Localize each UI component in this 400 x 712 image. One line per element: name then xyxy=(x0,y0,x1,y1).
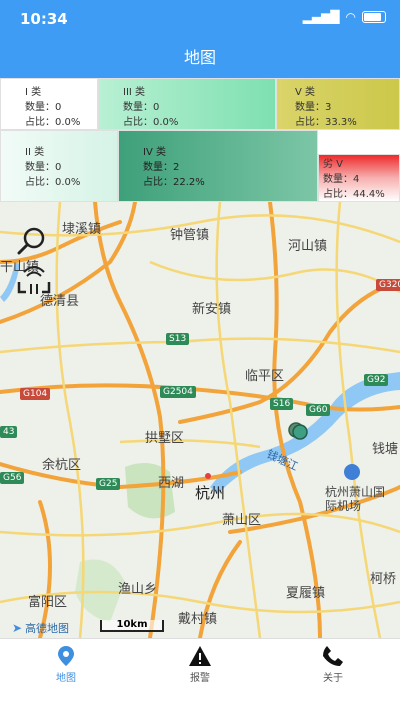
map-place-label: 埭溪镇 xyxy=(62,222,102,237)
navigation-arrow-icon: ➤ xyxy=(12,621,23,635)
map-attribution: ➤ 高德地图 xyxy=(12,620,69,636)
legend-count: 数量：4 xyxy=(323,174,360,185)
legend-cell-class-4[interactable]: IV 类 数量：2 占比：22.2% xyxy=(118,130,318,202)
map-road-badge: G60 xyxy=(306,404,331,416)
scale-label: 10km xyxy=(116,619,148,630)
tab-alarm[interactable]: 报警 xyxy=(160,645,240,684)
legend-title: IV 类 xyxy=(143,147,166,158)
legend-cell-class-3[interactable]: III 类 数量：0 占比：0.0% xyxy=(98,78,276,130)
legend-ratio: 占比：0.0% xyxy=(25,177,81,188)
wifi-icon: ◠ xyxy=(345,10,356,24)
tab-label: 报警 xyxy=(190,673,210,684)
legend-title: 劣 V xyxy=(323,159,344,170)
map-place-label: 杭州 xyxy=(195,484,226,502)
map-roads-layer xyxy=(0,202,400,638)
legend-count: 数量：2 xyxy=(143,162,180,173)
map-place-label: 钟管镇 xyxy=(170,228,210,243)
map-place-label: 河山镇 xyxy=(288,239,328,254)
legend-cell-class-inferior-5[interactable]: 劣 V 数量：4 占比：44.4% xyxy=(318,154,400,202)
map-place-label: 夏履镇 xyxy=(286,586,326,601)
tab-label: 关于 xyxy=(323,673,343,684)
legend-ratio: 占比：0.0% xyxy=(123,117,179,128)
scan-icon[interactable] xyxy=(14,258,54,302)
battery-icon xyxy=(362,11,386,23)
attribution-text: 高德地图 xyxy=(25,622,70,635)
map-road-badge: 43 xyxy=(0,426,18,438)
map-view[interactable]: 埭溪镇 钟管镇 河山镇 干山镇 德清县 新安镇 临平区 拱墅区 余杭区 西湖 杭… xyxy=(0,202,400,638)
map-place-label: 余杭区 xyxy=(42,458,82,473)
status-bar: 10:34 ▂▄▆█ ◠ xyxy=(0,0,400,38)
map-road-badge: G56 xyxy=(0,472,25,484)
map-place-label: 戴村镇 xyxy=(178,612,218,627)
map-pin-icon xyxy=(26,645,106,667)
map-road-badge: S16 xyxy=(270,398,294,410)
legend-cell-class-2[interactable]: II 类 数量：0 占比：0.0% xyxy=(0,130,118,202)
status-time: 10:34 xyxy=(20,10,68,28)
legend-cell-class-5[interactable]: V 类 数量：3 占比：33.3% xyxy=(276,78,400,130)
map-place-label: 富阳区 xyxy=(28,595,68,610)
legend-ratio: 占比：0.0% xyxy=(25,117,81,128)
signal-icon: ▂▄▆█ xyxy=(302,10,340,24)
map-place-label: 拱墅区 xyxy=(145,431,185,446)
legend-title: V 类 xyxy=(295,87,316,98)
map-place-label: 萧山区 xyxy=(222,513,262,528)
legend-title: I 类 xyxy=(25,87,42,98)
legend-title: II 类 xyxy=(25,147,45,158)
legend-count: 数量：0 xyxy=(25,162,62,173)
map-place-label: 临平区 xyxy=(245,369,285,384)
legend-count: 数量：0 xyxy=(25,102,62,113)
legend-ratio: 占比：33.3% xyxy=(295,117,357,128)
map-place-label: 钱塘 xyxy=(372,442,399,457)
search-icon[interactable] xyxy=(14,226,50,258)
tab-about[interactable]: 关于 xyxy=(293,645,373,684)
legend-ratio: 占比：44.4% xyxy=(323,189,385,200)
legend-cell-class-1[interactable]: I 类 数量：0 占比：0.0% xyxy=(0,78,98,130)
map-road-badge: G320 xyxy=(376,279,400,291)
map-road-badge: G2504 xyxy=(160,386,196,398)
legend-title: III 类 xyxy=(123,87,146,98)
map-place-label: 渔山乡 xyxy=(118,582,158,597)
map-place-label: 杭州萧山国际机场 xyxy=(325,485,386,513)
nav-bar: 地图 xyxy=(0,38,400,78)
warning-icon xyxy=(160,645,240,667)
map-road-badge: G104 xyxy=(20,388,51,400)
tab-map[interactable]: 地图 xyxy=(26,645,106,684)
tab-bar: 地图 报警 关于 xyxy=(0,638,400,712)
map-road-badge: S13 xyxy=(166,333,190,345)
phone-icon xyxy=(293,645,373,667)
water-quality-legend: I 类 数量：0 占比：0.0% III 类 数量：0 占比：0.0% V 类 … xyxy=(0,78,400,202)
map-place-label: 西湖 xyxy=(158,476,185,491)
map-place-label: 新安镇 xyxy=(192,302,232,317)
legend-count: 数量：0 xyxy=(123,102,160,113)
tab-label: 地图 xyxy=(56,673,76,684)
status-icons: ▂▄▆█ ◠ xyxy=(303,10,386,24)
legend-count: 数量：3 xyxy=(295,102,332,113)
legend-ratio: 占比：22.2% xyxy=(143,177,205,188)
map-road-badge: G25 xyxy=(96,478,121,490)
map-road-badge: G92 xyxy=(364,374,389,386)
map-place-label: 柯桥 xyxy=(370,572,397,587)
map-scale-bar: 10km xyxy=(100,620,164,632)
page-title: 地图 xyxy=(183,48,216,67)
